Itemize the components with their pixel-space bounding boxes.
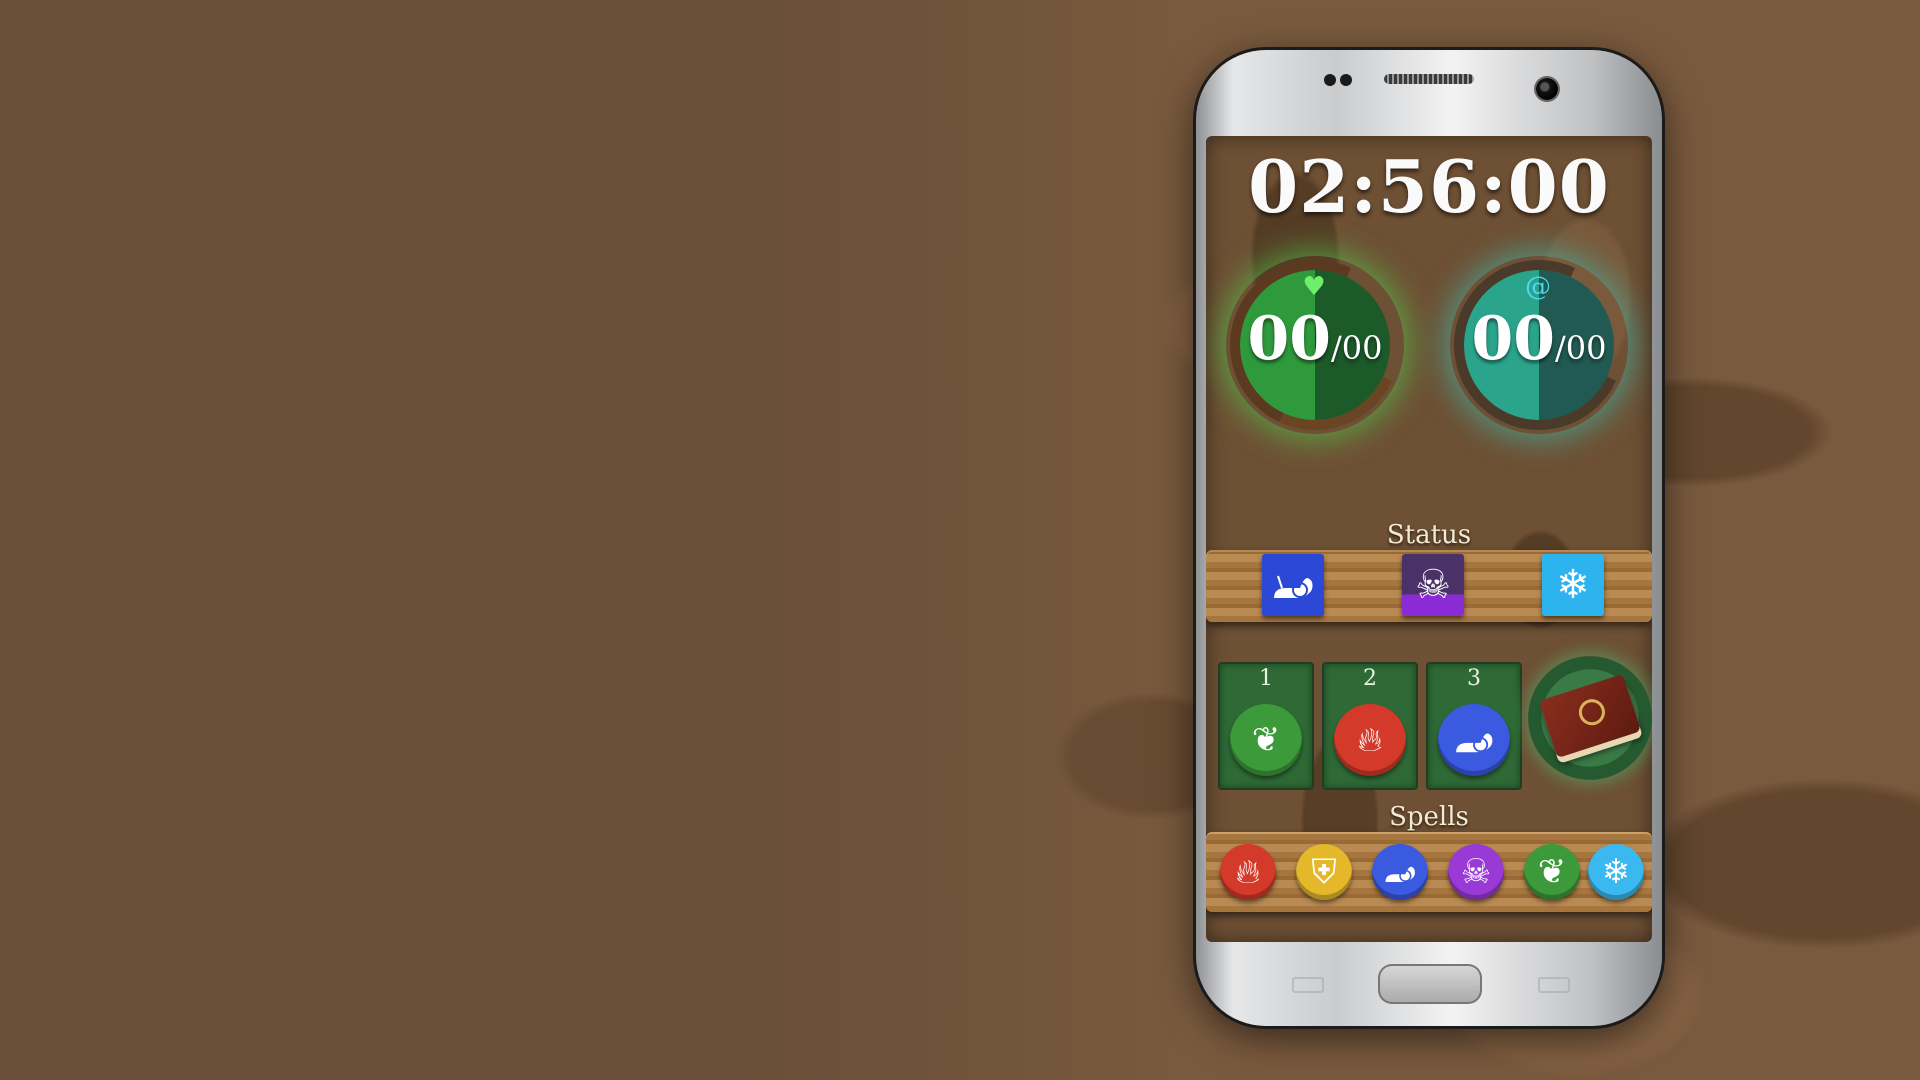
spellbook-icon [1538, 673, 1642, 759]
snowflake-icon[interactable]: ❄ [1542, 554, 1604, 616]
phone-frame: 02:56:00 ♥ 00/00 @ 00/00 Status ☠ ❄ 1 ❦ … [1196, 50, 1662, 1026]
timer-display: 02:56:00 [1248, 144, 1610, 229]
game-screen: 02:56:00 ♥ 00/00 @ 00/00 Status ☠ ❄ 1 ❦ … [1206, 136, 1652, 942]
earpiece-speaker [1384, 74, 1474, 84]
slot-number: 3 [1467, 666, 1481, 691]
book-emblem [1575, 695, 1609, 729]
fire-icon: 🔥︎ [1334, 704, 1406, 776]
spell-slot-3[interactable]: 3 [1426, 662, 1522, 790]
sensor-dot [1340, 74, 1352, 86]
spellbook-button[interactable] [1528, 656, 1652, 780]
skull-icon[interactable]: ☠ [1402, 554, 1464, 616]
spell-slot-2[interactable]: 2 🔥︎ [1322, 662, 1418, 790]
swirl-icon: @ [1525, 272, 1551, 302]
health-current: 00 [1247, 304, 1332, 374]
recent-apps-key[interactable] [1292, 977, 1324, 993]
front-camera [1536, 78, 1558, 100]
leaf-icon[interactable]: ❦ [1524, 844, 1580, 900]
snail-icon [1438, 704, 1510, 776]
health-max: /00 [1331, 329, 1383, 367]
heart-icon: ♥ [1302, 272, 1326, 302]
skull-icon[interactable]: ☠ [1448, 844, 1504, 900]
mana-max: /00 [1555, 329, 1607, 367]
slot-number: 2 [1363, 666, 1377, 691]
leaf-icon: ❦ [1230, 704, 1302, 776]
snail-icon[interactable] [1372, 844, 1428, 900]
health-value: 00/00 [1226, 304, 1404, 374]
mana-gauge: @ 00/00 [1430, 236, 1648, 454]
fire-icon[interactable]: 🔥︎ [1220, 844, 1276, 900]
snail-icon[interactable] [1262, 554, 1324, 616]
back-key[interactable] [1538, 977, 1570, 993]
mana-current: 00 [1471, 304, 1556, 374]
snowflake-icon[interactable]: ❄ [1588, 844, 1644, 900]
mana-value: 00/00 [1450, 304, 1628, 374]
sensor-dot [1324, 74, 1336, 86]
status-label: Status [1386, 520, 1472, 550]
slot-number: 1 [1259, 666, 1273, 691]
spell-slot-1[interactable]: 1 ❦ [1218, 662, 1314, 790]
health-gauge: ♥ 00/00 [1206, 236, 1424, 454]
home-button[interactable] [1378, 964, 1482, 1004]
shield-icon[interactable]: ⛨ [1296, 844, 1352, 900]
spells-label: Spells [1389, 802, 1469, 832]
